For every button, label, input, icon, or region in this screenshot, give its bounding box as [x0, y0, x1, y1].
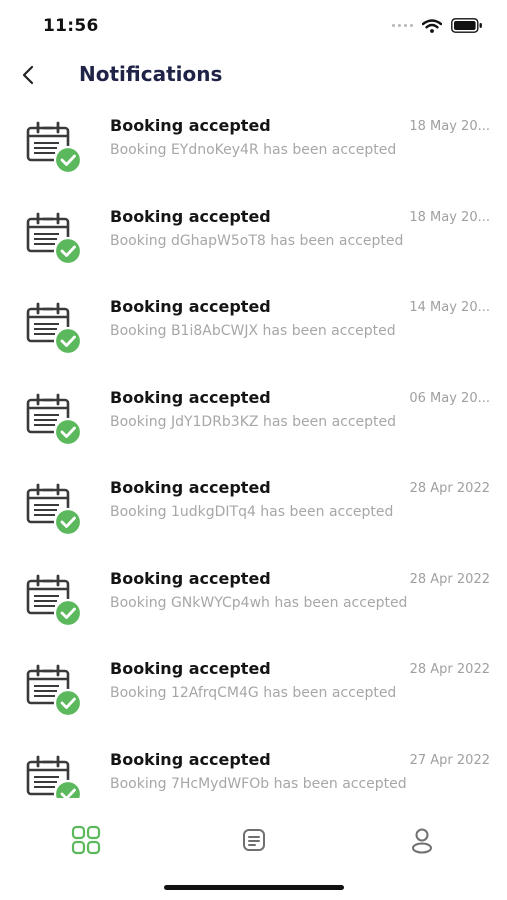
notification-item[interactable]: Booking accepted 28 Apr 2022 Booking 12A… [0, 651, 507, 742]
status-bar: 11:56 [0, 0, 507, 50]
notification-title: Booking accepted [110, 206, 271, 226]
bottom-nav [0, 820, 507, 860]
notification-item[interactable]: Booking accepted 14 May 20... Booking B1… [0, 289, 507, 380]
notification-item[interactable]: Booking accepted 18 May 20... Booking EY… [0, 108, 507, 199]
notifications-screen: 11:56 Notifications Booking accepted 18 … [0, 0, 507, 900]
calendar-check-icon [26, 302, 83, 355]
home-indicator[interactable] [164, 885, 344, 890]
app-header: Notifications [0, 52, 507, 96]
notification-message: Booking dGhapW5oT8 has been accepted [110, 232, 404, 249]
notification-list[interactable]: Booking accepted 18 May 20... Booking EY… [0, 108, 507, 798]
status-icons [392, 18, 483, 33]
notification-message: Booking GNkWYCp4wh has been accepted [110, 594, 408, 611]
notification-item[interactable]: Booking accepted 18 May 20... Booking dG… [0, 199, 507, 290]
nav-bookings-button[interactable] [238, 824, 270, 856]
calendar-check-icon [26, 212, 83, 265]
notification-title: Booking accepted [110, 387, 271, 407]
calendar-check-icon [26, 393, 83, 446]
notification-title: Booking accepted [110, 749, 271, 769]
battery-icon [451, 18, 482, 33]
status-time: 11:56 [43, 16, 99, 36]
notification-date: 14 May 20... [409, 300, 490, 315]
notification-message: Booking EYdnoKey4R has been accepted [110, 142, 397, 158]
back-button[interactable] [16, 62, 42, 88]
document-icon [243, 829, 265, 851]
cellular-signal-icon [392, 24, 413, 27]
notification-item[interactable]: Booking accepted 27 Apr 2022 Booking 7Hc… [0, 742, 507, 798]
notification-item[interactable]: Booking accepted 28 Apr 2022 Booking GNk… [0, 561, 507, 652]
profile-icon [412, 828, 432, 854]
page-title: Notifications [79, 62, 223, 86]
notification-title: Booking accepted [110, 659, 271, 678]
calendar-check-icon [26, 483, 83, 536]
notification-message: Booking B1i8AbCWJX has been accepted [110, 323, 396, 339]
calendar-check-icon [26, 121, 83, 174]
chevron-left-icon [22, 65, 34, 85]
notification-title: Booking accepted [110, 116, 271, 135]
calendar-check-icon [26, 664, 83, 717]
notification-title: Booking accepted [110, 297, 271, 316]
notification-item[interactable]: Booking accepted 28 Apr 2022 Booking 1ud… [0, 470, 507, 561]
wifi-icon [422, 18, 442, 33]
notification-date: 18 May 20... [409, 209, 490, 225]
grid-icon [71, 825, 101, 855]
nav-home-button[interactable] [70, 824, 102, 856]
notification-message: Booking 12AfrqCM4G has been accepted [110, 685, 397, 701]
calendar-check-icon [26, 755, 83, 798]
notification-date: 28 Apr 2022 [409, 481, 490, 496]
notification-title: Booking accepted [110, 568, 271, 588]
notification-date: 28 Apr 2022 [409, 571, 490, 587]
notification-title: Booking accepted [110, 478, 271, 497]
notification-message: Booking 1udkgDITq4 has been accepted [110, 504, 394, 520]
notification-date: 27 Apr 2022 [409, 752, 490, 768]
notification-date: 18 May 20... [409, 119, 490, 134]
notification-date: 28 Apr 2022 [409, 662, 490, 677]
nav-profile-button[interactable] [406, 824, 438, 856]
calendar-check-icon [26, 574, 83, 627]
notification-message: Booking 7HcMydWFOb has been accepted [110, 775, 407, 792]
notification-message: Booking JdY1DRb3KZ has been accepted [110, 413, 397, 430]
notification-date: 06 May 20... [409, 390, 490, 406]
notification-item[interactable]: Booking accepted 06 May 20... Booking Jd… [0, 380, 507, 471]
